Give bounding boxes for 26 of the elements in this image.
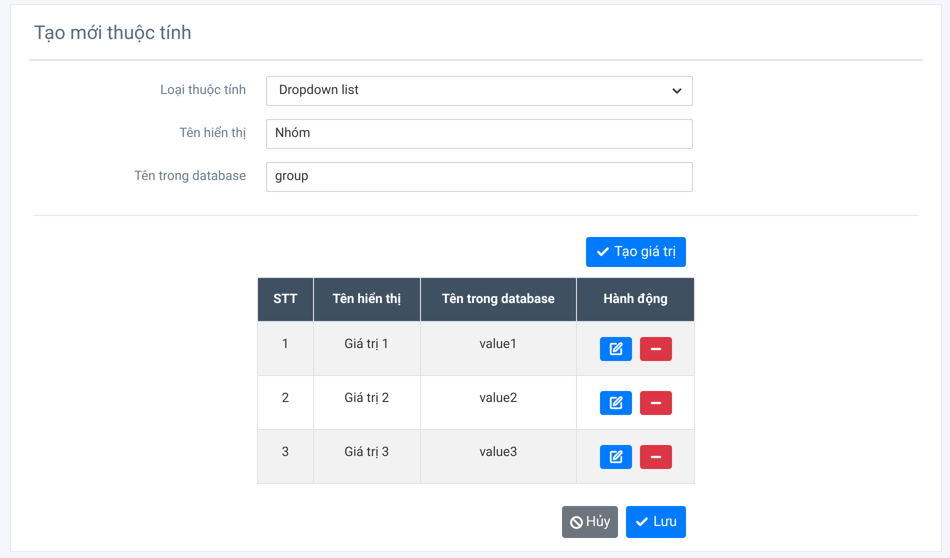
ban-icon [570, 516, 584, 528]
table-cell: 3 [258, 430, 314, 484]
save-button[interactable]: Lưu [626, 506, 686, 538]
input-field[interactable]: Nhóm [266, 119, 693, 149]
edit-icon [608, 450, 623, 464]
delete-button[interactable] [640, 444, 672, 468]
cancel-button[interactable]: Hủy [562, 506, 618, 538]
input-field[interactable]: group [266, 162, 693, 192]
column-header: STT [258, 278, 314, 322]
field-label: Tên hiển thị [178, 125, 246, 144]
edit-button[interactable] [600, 444, 632, 468]
edit-icon [608, 396, 623, 410]
table-cell: value3 [420, 430, 577, 484]
add-value-button[interactable]: Tạo giá trị [586, 237, 686, 267]
edit-icon [608, 342, 623, 356]
check-icon [635, 515, 650, 529]
delete-button[interactable] [640, 390, 672, 414]
edit-button[interactable] [600, 390, 632, 414]
edit-button[interactable] [600, 336, 632, 360]
page-title: Tạo mới thuộc tính [34, 20, 193, 46]
table-cell: Giá trị 3 [313, 430, 420, 484]
delete-button[interactable] [640, 336, 672, 360]
check-icon [596, 245, 610, 259]
field-label: Loại thuộc tính [159, 82, 246, 100]
dropdown-field[interactable]: Dropdown list [266, 76, 693, 106]
field-label: Tên trong database [133, 168, 246, 186]
